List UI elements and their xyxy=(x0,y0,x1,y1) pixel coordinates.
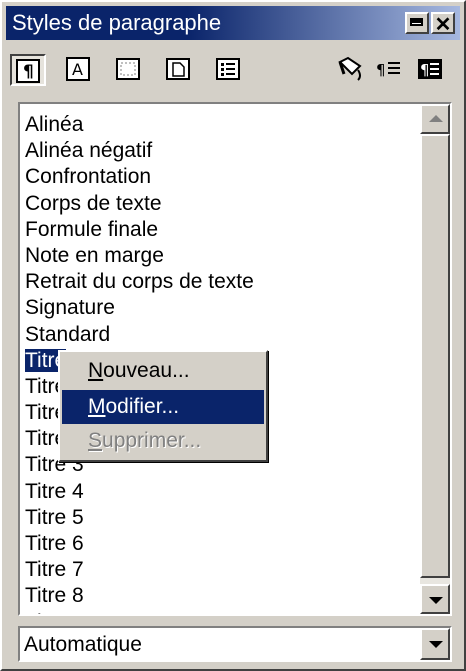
numbering-styles-button[interactable] xyxy=(212,54,248,86)
svg-text:¶: ¶ xyxy=(420,61,430,79)
list-item[interactable]: Titre 4 xyxy=(24,479,255,505)
list-item-label: Alinéa négatif xyxy=(25,139,153,163)
scroll-down-button[interactable] xyxy=(420,584,450,614)
menu-item-delete-label: upprimer... xyxy=(102,429,202,452)
menu-item-modify-label: odifier... xyxy=(105,395,180,418)
list-item[interactable]: Signature xyxy=(24,295,255,321)
arrow-down-icon xyxy=(429,597,443,604)
paragraph-styles-button[interactable]: ¶ xyxy=(10,54,46,86)
scroll-up-button[interactable] xyxy=(420,104,450,134)
list-item[interactable]: Corps de texte xyxy=(24,191,255,217)
new-style-from-selection-button[interactable]: ¶ xyxy=(372,54,408,86)
chevron-down-icon xyxy=(429,641,443,648)
update-style-icon: ¶ xyxy=(418,59,442,79)
dropdown-button[interactable] xyxy=(420,628,450,660)
svg-text:¶: ¶ xyxy=(23,62,34,82)
list-item[interactable]: Titre 5 xyxy=(24,505,255,531)
list-item-label: Retrait du corps de texte xyxy=(25,270,254,294)
paragraph-styles-icon: ¶ xyxy=(16,59,40,83)
list-item-label: Note en marge xyxy=(25,243,164,267)
fill-format-mode-button[interactable] xyxy=(332,54,368,86)
list-item-label: Corps de texte xyxy=(25,191,162,215)
list-item[interactable]: Titre 8 xyxy=(24,583,255,609)
list-item-label: Titre 7 xyxy=(25,558,84,582)
list-item[interactable]: Titre 7 xyxy=(24,557,255,583)
list-item-label: Titre 6 xyxy=(25,532,84,555)
menu-item-new-mnemonic: N xyxy=(88,359,104,382)
menu-item-modify[interactable]: Modifier... xyxy=(62,390,264,424)
list-item-label: Titre 5 xyxy=(25,505,84,529)
page-styles-button[interactable] xyxy=(162,54,198,86)
list-item-label: Standard xyxy=(25,322,111,346)
list-item[interactable]: Formule finale xyxy=(24,217,255,243)
list-item[interactable]: Titre 9 xyxy=(24,610,255,614)
close-icon: ✕ xyxy=(434,14,452,36)
list-item-label: Confrontation xyxy=(25,165,152,189)
new-style-from-selection-icon: ¶ xyxy=(376,61,400,79)
svg-text:A: A xyxy=(72,60,83,79)
close-button[interactable]: ✕ xyxy=(431,12,455,36)
list-item[interactable]: Alinéa xyxy=(24,112,255,138)
vertical-scrollbar[interactable] xyxy=(420,104,450,614)
menu-item-new[interactable]: Nouveau... xyxy=(62,354,264,388)
window-title: Styles de paragraphe xyxy=(12,10,222,35)
list-item-label: Titre 4 xyxy=(25,479,84,503)
frame-styles-button[interactable] xyxy=(112,54,148,86)
menu-item-new-label: ouveau... xyxy=(103,359,190,382)
list-item-label: Formule finale xyxy=(25,217,159,241)
title-bar[interactable]: Styles de paragraphe ✕ xyxy=(6,6,460,40)
style-category-toolbar: ¶ A ¶ ¶ xyxy=(6,48,460,90)
style-filter-dropdown[interactable]: Automatique xyxy=(18,626,452,662)
context-menu: Nouveau... Modifier... Supprimer... xyxy=(58,350,268,462)
fill-format-mode-icon xyxy=(338,56,362,81)
list-item-label: Titre 8 xyxy=(25,584,84,608)
list-item[interactable]: Titre 6 xyxy=(24,531,255,557)
list-item[interactable]: Confrontation xyxy=(24,164,255,190)
arrow-up-icon xyxy=(429,115,443,122)
list-item-label: Alinéa xyxy=(25,113,84,136)
list-item-label: Signature xyxy=(25,296,115,320)
character-styles-button[interactable]: A xyxy=(62,54,98,86)
page-styles-icon xyxy=(166,58,190,80)
scrollbar-thumb[interactable] xyxy=(420,134,450,578)
list-item-label: Titre 9 xyxy=(25,611,84,614)
minimize-icon xyxy=(410,18,423,26)
update-style-button[interactable]: ¶ xyxy=(412,54,448,86)
styles-window: Styles de paragraphe ✕ ¶ A ¶ ¶ Alinéa Al… xyxy=(0,0,466,671)
list-item[interactable]: Alinéa négatif xyxy=(24,138,255,164)
menu-item-delete-mnemonic: S xyxy=(88,429,103,452)
svg-text:¶: ¶ xyxy=(376,61,386,79)
menu-item-delete[interactable]: Supprimer... xyxy=(62,424,264,458)
numbering-styles-icon xyxy=(216,58,240,80)
character-styles-icon: A xyxy=(66,57,90,81)
style-filter-value: Automatique xyxy=(24,633,142,656)
menu-item-modify-mnemonic: M xyxy=(88,395,106,418)
list-item[interactable]: Retrait du corps de texte xyxy=(24,269,255,295)
list-item[interactable]: Note en marge xyxy=(24,243,255,269)
minimize-button[interactable] xyxy=(405,12,429,34)
frame-styles-icon xyxy=(116,58,140,80)
list-item[interactable]: Standard xyxy=(24,322,255,348)
